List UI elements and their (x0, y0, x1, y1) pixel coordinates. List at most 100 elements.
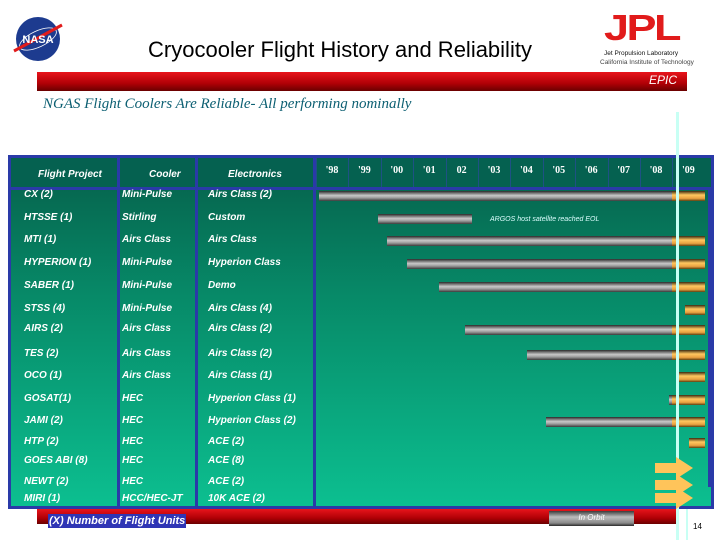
cell-project: HTP (2) (24, 436, 59, 447)
cell-project: SABER (1) (24, 280, 75, 291)
bar-operational-history (387, 236, 673, 246)
argos-eol-annotation: ARGOS host satellite reached EOL (490, 216, 600, 223)
cell-cooler: Mini-Pulse (122, 257, 173, 268)
cell-project: TES (2) (24, 348, 59, 359)
bar-operational-history (465, 325, 673, 335)
cell-cooler: Mini-Pulse (122, 280, 173, 291)
year-divider (510, 158, 512, 187)
header-flight-project: Flight Project (38, 169, 102, 180)
jpl-name: Jet Propulsion Laboratory (604, 50, 679, 57)
column-divider (195, 158, 198, 506)
year-divider (640, 158, 641, 187)
cell-electronics: Hyperion Class (2) (208, 415, 296, 426)
year-tick-label: '03 (487, 165, 501, 176)
cell-project: STSS (4) (24, 303, 66, 314)
subtitle: NGAS Flight Coolers Are Reliable- All pe… (43, 96, 412, 112)
bar-current-operation (685, 305, 705, 315)
cell-cooler: HEC (122, 436, 144, 447)
cell-cooler: Airs Class (122, 348, 171, 359)
year-tick-label: 02 (456, 165, 467, 176)
year-tick-label: '04 (520, 165, 533, 176)
year-tick-label: '05 (552, 165, 566, 176)
jpl-logo: JPL Jet Propulsion Laboratory California… (598, 8, 718, 70)
year-tick-label: '01 (422, 165, 436, 176)
header-banner: EPIC (37, 72, 687, 91)
cell-cooler: HEC (122, 455, 144, 466)
cell-cooler: Mini-Pulse (122, 303, 173, 314)
year-tick-label: '00 (390, 165, 404, 176)
cell-electronics: Custom (208, 212, 246, 223)
cell-project: MIRI (1) (24, 493, 61, 504)
year-divider (575, 158, 577, 187)
year-tick-label: '98 (325, 165, 339, 176)
jpl-logo-mark: JPL (604, 7, 682, 48)
column-divider (708, 187, 711, 487)
current-date-line (676, 112, 679, 540)
banner-label: EPIC (648, 73, 677, 87)
cell-electronics: 10K ACE (2) (208, 493, 265, 504)
cell-cooler: Airs Class (122, 323, 171, 334)
column-divider (313, 158, 316, 506)
cell-project: GOSAT(1) (24, 393, 72, 404)
cell-electronics: Airs Class (2) (208, 323, 272, 334)
year-divider (607, 158, 609, 187)
bar-operational-history (526, 350, 673, 360)
year-divider (672, 158, 674, 187)
in-orbit-legend: In Orbit (549, 511, 634, 526)
column-divider (117, 158, 120, 506)
year-divider (413, 158, 415, 187)
cell-electronics: Airs Class (2) (208, 348, 272, 359)
cell-cooler: Airs Class (122, 370, 171, 381)
year-tick-label: '06 (584, 165, 598, 176)
legend-flight-units: (X) Number of Flight Units (48, 514, 187, 528)
year-divider (316, 158, 317, 187)
header-cooler: Cooler (149, 169, 181, 180)
current-date-line-ext (686, 509, 688, 540)
cell-electronics: Airs Class (208, 234, 257, 245)
cell-project: NEWT (2) (24, 476, 69, 487)
year-divider (542, 158, 544, 187)
cell-cooler: HEC (122, 415, 144, 426)
cell-cooler: HCC/HEC-JT (122, 493, 183, 504)
jpl-affiliation: California Institute of Technology (600, 59, 694, 66)
cell-cooler: HEC (122, 476, 144, 487)
cell-electronics: Airs Class (4) (208, 303, 272, 314)
cell-electronics: Airs Class (2) (208, 189, 272, 200)
cell-electronics: Demo (208, 280, 236, 291)
cell-project: HYPERION (1) (24, 257, 92, 268)
cell-project: CX (2) (24, 189, 53, 200)
flight-history-table: Flight Project Cooler Electronics CX (2)… (8, 155, 714, 509)
bar-current-operation (688, 438, 705, 448)
cell-project: OCO (1) (24, 370, 62, 381)
year-divider (445, 158, 447, 187)
cell-project: MTI (1) (24, 234, 57, 245)
bar-operational-history (406, 259, 673, 269)
cell-project: GOES ABI (8) (24, 455, 88, 466)
cell-project: JAMI (2) (24, 415, 63, 426)
cell-project: AIRS (2) (24, 323, 63, 334)
cell-electronics: Airs Class (1) (208, 370, 272, 381)
bar-operational-history (377, 214, 472, 224)
bar-operational-history (439, 282, 673, 292)
year-tick-label: '99 (358, 165, 371, 176)
year-divider (478, 158, 479, 187)
year-tick-label: '07 (617, 165, 630, 176)
cell-cooler: HEC (122, 393, 144, 404)
cell-cooler: Mini-Pulse (122, 189, 173, 200)
year-divider (380, 158, 382, 187)
cell-cooler: Airs Class (122, 234, 171, 245)
page-title: Cryocooler Flight History and Reliabilit… (148, 37, 532, 62)
cell-electronics: ACE (2) (208, 436, 245, 447)
year-tick-label: '08 (649, 165, 663, 176)
bar-operational-history (319, 191, 673, 201)
cell-project: HTSSE (1) (24, 212, 73, 223)
bar-operational-history (546, 417, 673, 427)
bar-current-operation (678, 372, 705, 382)
cell-cooler: Stirling (122, 212, 157, 223)
year-divider (348, 158, 350, 187)
cell-electronics: Hyperion Class (1) (208, 393, 296, 404)
page-number: 14 (693, 522, 702, 531)
header-electronics: Electronics (228, 169, 282, 180)
cell-electronics: Hyperion Class (208, 257, 281, 268)
cell-electronics: ACE (8) (208, 455, 245, 466)
